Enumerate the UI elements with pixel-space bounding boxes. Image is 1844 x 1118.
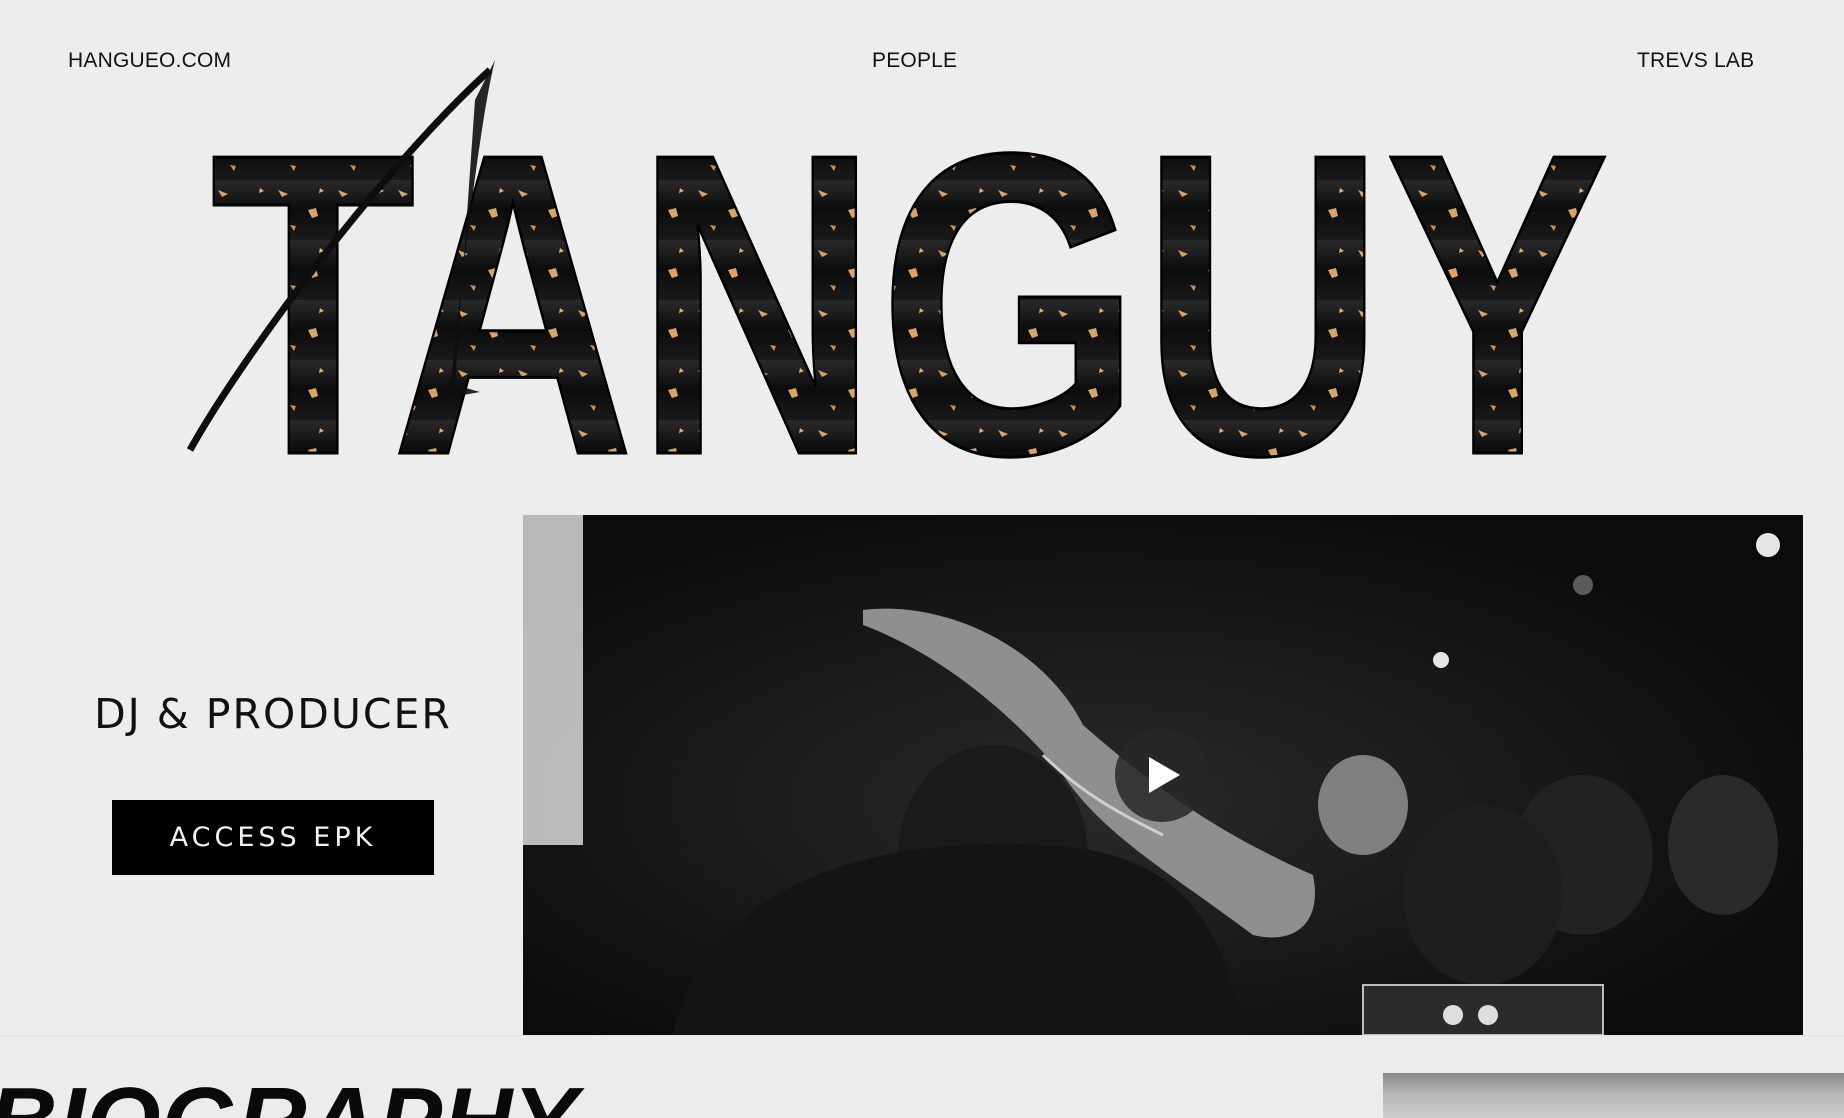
tanguy-logo: TANGUY [186, 60, 1612, 540]
play-button[interactable] [1115, 728, 1209, 822]
biography-heading: BIOGRAPHY [0, 1074, 578, 1118]
access-epk-button[interactable]: ACCESS EPK [112, 800, 434, 875]
biography-photo [1383, 1073, 1844, 1118]
page: HANGUEO.COM PEOPLE TREVS LAB TANGUY DJ &… [0, 0, 1844, 1118]
role-subtitle: DJ & PRODUCER [94, 690, 452, 738]
hero-video[interactable] [523, 515, 1803, 1035]
play-icon [1149, 757, 1180, 793]
